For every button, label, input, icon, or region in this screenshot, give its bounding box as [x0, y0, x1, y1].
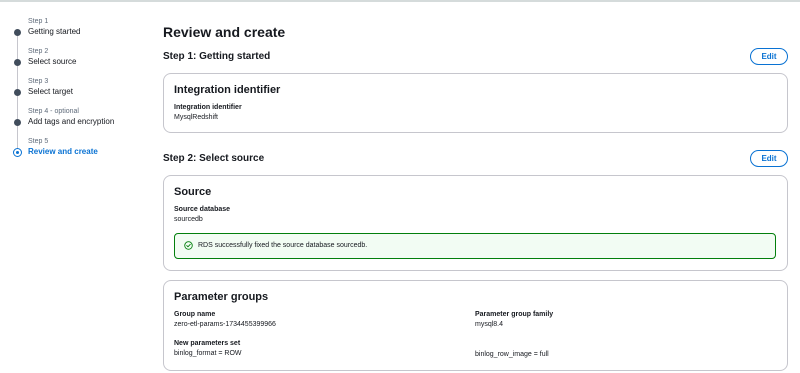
parameter-value: binlog_format = ROW: [174, 350, 242, 357]
card-title: Parameter groups: [174, 291, 269, 303]
wizard-step-5: Step 5 Review and create: [13, 137, 153, 167]
wizard-step-3[interactable]: Step 3 Select target: [13, 77, 153, 119]
step-indicator-icon: [14, 89, 21, 96]
step-number: Step 3: [28, 78, 49, 85]
wizard-steps-nav: Step 1 Getting started Step 2 Select sou…: [13, 17, 153, 167]
field-value: mysql8.4: [475, 321, 504, 328]
field-label: Group name: [174, 311, 216, 318]
alert-message: RDS successfully fixed the source databa…: [198, 242, 368, 249]
wizard-step-2[interactable]: Step 2 Select source: [13, 47, 153, 89]
integration-identifier-field: Integration identifier MysqlRedshift: [174, 103, 242, 123]
step-indicator-icon: [14, 119, 21, 126]
field-label: Parameter group family: [475, 311, 554, 318]
step-title[interactable]: Select target: [28, 86, 153, 97]
field-label: New parameters set: [174, 340, 241, 347]
parameter-groups-card: Parameter groups Group name zero-etl-par…: [163, 280, 788, 371]
step-number: Step 1: [28, 18, 49, 25]
field-label: Integration identifier: [174, 104, 242, 111]
step2-section-header: Step 2: Select source Edit: [163, 150, 788, 168]
edit-step1-button[interactable]: Edit: [750, 48, 788, 65]
step-title: Review and create: [28, 147, 98, 156]
parameter-value: binlog_row_image = full: [475, 351, 549, 358]
step-title[interactable]: Select source: [28, 56, 153, 67]
step-number: Step 2: [28, 48, 49, 55]
integration-identifier-card: Integration identifier Integration ident…: [163, 73, 788, 133]
group-name-field: Group name zero-etl-params-1734455399966: [174, 310, 276, 330]
source-database-field: Source database sourcedb: [174, 205, 230, 225]
step1-section-header: Step 1: Getting started Edit: [163, 48, 788, 66]
step-number: Step 5: [28, 138, 49, 145]
page-title: Review and create: [163, 24, 286, 40]
step-number: Step 4 - optional: [28, 108, 79, 115]
step-indicator-icon: [14, 59, 21, 66]
field-value: sourcedb: [174, 216, 203, 223]
success-check-icon: [184, 241, 193, 250]
edit-step2-button[interactable]: Edit: [750, 150, 788, 167]
step-indicator-icon: [14, 29, 21, 36]
source-card: Source Source database sourcedb RDS succ…: [163, 175, 788, 271]
wizard-step-4[interactable]: Step 4 - optional Add tags and encryptio…: [13, 107, 153, 149]
new-parameters-field: New parameters set binlog_format = ROW: [174, 339, 242, 359]
step1-heading: Step 1: Getting started: [163, 51, 271, 62]
step-current-indicator-icon: [13, 148, 22, 157]
field-value: MysqlRedshift: [174, 114, 218, 121]
field-value: zero-etl-params-1734455399966: [174, 321, 276, 328]
field-label: Source database: [174, 206, 231, 213]
card-title: Source: [174, 186, 212, 198]
success-alert: RDS successfully fixed the source databa…: [174, 233, 776, 259]
wizard-step-1[interactable]: Step 1 Getting started: [13, 17, 153, 59]
parameter-group-family-field: Parameter group family mysql8.4: [475, 310, 553, 330]
step-title[interactable]: Getting started: [28, 26, 153, 37]
card-title: Integration identifier: [174, 84, 281, 96]
parameter-item: binlog_row_image = full: [475, 349, 549, 360]
step-title[interactable]: Add tags and encryption: [28, 116, 153, 127]
step2-heading: Step 2: Select source: [163, 153, 265, 164]
top-divider: [0, 0, 800, 2]
